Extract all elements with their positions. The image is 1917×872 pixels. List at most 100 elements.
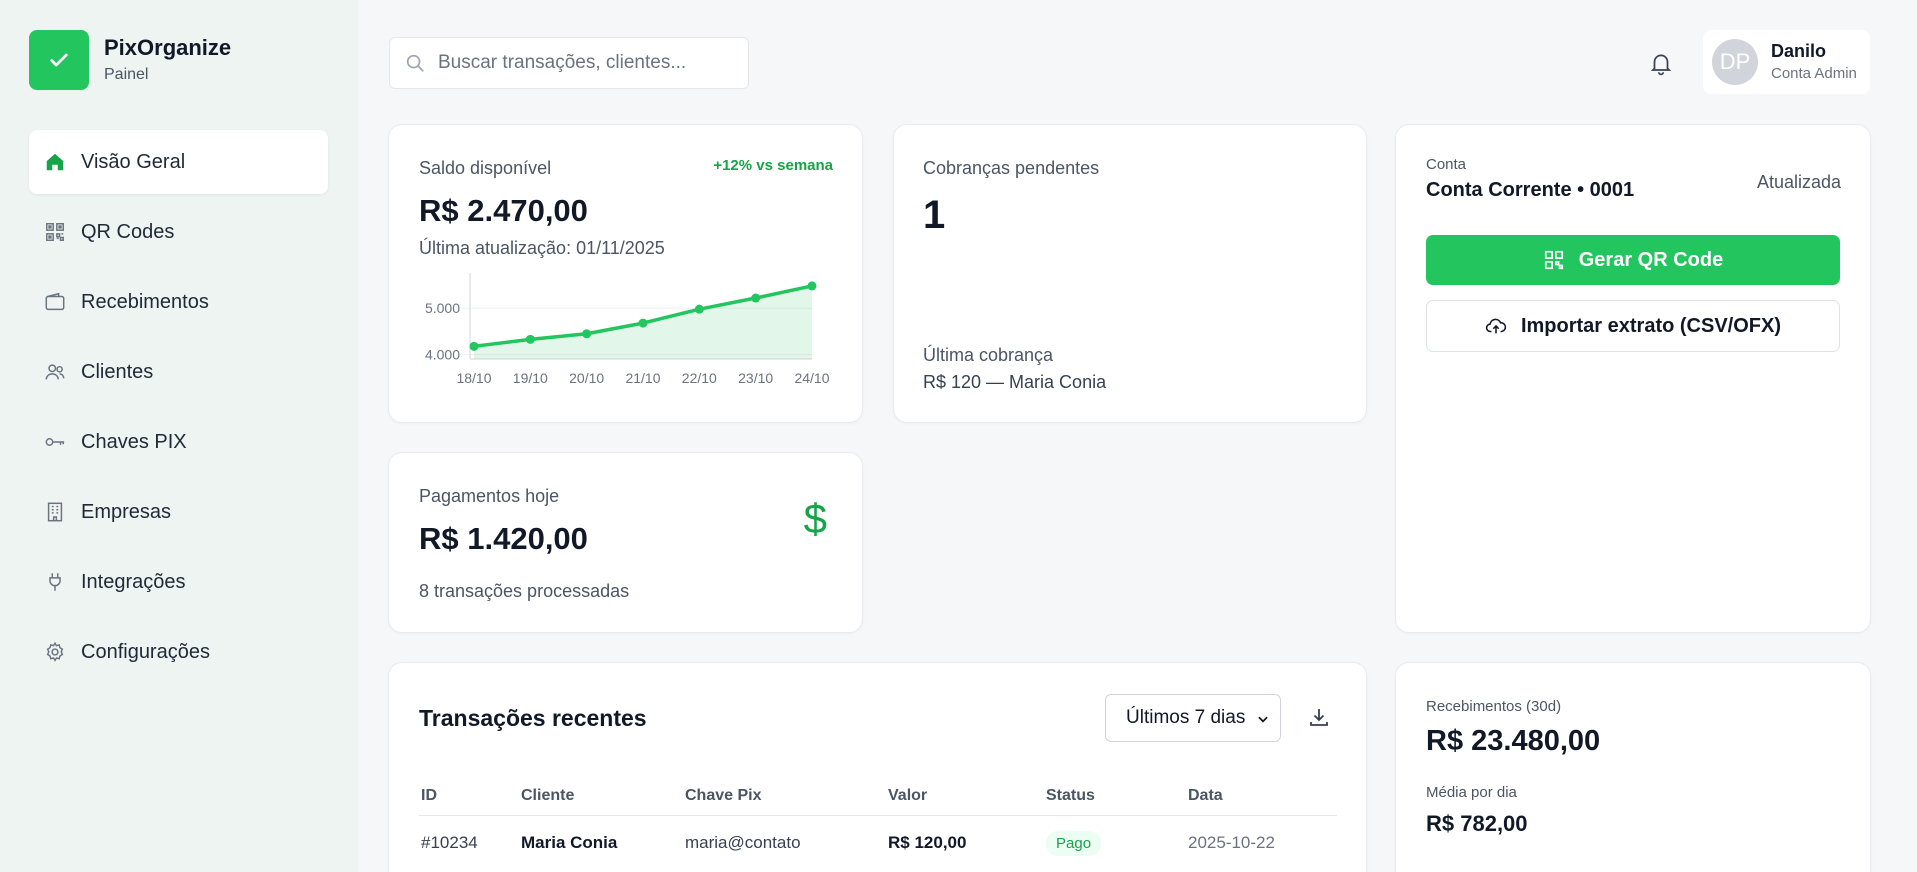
recent-transactions-card: Transações recentes Últimos 7 dias ID Cl… xyxy=(388,662,1367,872)
import-statement-button[interactable]: Importar extrato (CSV/OFX) xyxy=(1426,300,1840,352)
users-icon xyxy=(43,360,67,384)
column-header-valor: Valor xyxy=(886,777,1044,816)
search-icon xyxy=(404,52,426,74)
account-card: Conta Conta Corrente • 0001 Atualizada G… xyxy=(1395,124,1871,633)
dollar-icon: $ xyxy=(803,495,827,542)
sidebar-item-visao-geral[interactable]: Visão Geral xyxy=(29,130,328,194)
balance-card: Saldo disponível +12% vs semana R$ 2.470… xyxy=(388,124,863,423)
last-charge-label: Última cobrança xyxy=(923,345,1054,365)
qr-code-icon xyxy=(1543,249,1565,271)
chart-point xyxy=(469,341,479,351)
payments-today-card: Pagamentos hoje R$ 1.420,00 8 transações… xyxy=(388,452,863,633)
search-box[interactable] xyxy=(389,37,749,89)
building-icon xyxy=(43,500,67,524)
avatar: DP xyxy=(1712,39,1758,85)
search-input[interactable] xyxy=(438,52,728,74)
qr-code-icon xyxy=(43,220,67,244)
chart-point xyxy=(694,304,704,314)
sidebar-item-configuracoes[interactable]: Configurações xyxy=(29,620,328,684)
import-statement-label: Importar extrato (CSV/OFX) xyxy=(1520,314,1782,337)
chart-x-tick-label: 20/10 xyxy=(569,370,604,386)
sidebar-item-label: Chaves PIX xyxy=(81,430,187,453)
column-header-id: ID xyxy=(419,777,519,816)
notification-bell-icon[interactable] xyxy=(1648,50,1674,76)
column-header-cliente: Cliente xyxy=(519,777,683,816)
period-select[interactable]: Últimos 7 dias xyxy=(1105,694,1281,742)
balance-chart: 5.000 4.000 18/10 19/10 20/10 21/10 22/10 23/10… xyxy=(425,273,830,386)
table-header-row: ID Cliente Chave Pix Valor Status Data xyxy=(419,777,1337,816)
status-badge: Pago xyxy=(1046,830,1102,856)
pending-charges-card: Cobranças pendentes 1 Última cobrança R$… xyxy=(893,124,1367,423)
recent-transactions-title: Transações recentes xyxy=(419,705,647,731)
sidebar-nav: Visão Geral QR Codes Recebimentos Client… xyxy=(29,130,328,690)
account-name: Conta Corrente • 0001 xyxy=(1426,179,1635,201)
receipts-card: Recebimentos (30d) R$ 23.480,00 Média po… xyxy=(1395,662,1871,872)
payments-today-sub: 8 transações processadas xyxy=(419,581,630,601)
chart-point xyxy=(638,318,648,328)
sidebar-item-empresas[interactable]: Empresas xyxy=(29,480,328,544)
user-menu[interactable]: DP Danilo Conta Admin xyxy=(1703,30,1870,94)
chart-x-tick-label: 18/10 xyxy=(456,370,491,386)
chart-y-tick-label: 4.000 xyxy=(425,347,460,363)
chart-point xyxy=(525,334,535,344)
pending-charges-count: 1 xyxy=(923,193,946,237)
account-status: Atualizada xyxy=(1756,172,1841,192)
sidebar-item-label: Clientes xyxy=(81,360,154,383)
sidebar-item-qr-codes[interactable]: QR Codes xyxy=(29,200,328,264)
generate-qr-button[interactable]: Gerar QR Code xyxy=(1426,235,1840,285)
receipts-value: R$ 23.480,00 xyxy=(1426,725,1601,757)
column-header-status: Status xyxy=(1044,777,1186,816)
chart-x-tick-label: 21/10 xyxy=(625,370,660,386)
brand-subtitle: Painel xyxy=(104,66,149,83)
chart-point xyxy=(807,281,817,291)
column-header-data: Data xyxy=(1186,777,1337,816)
cell-id: #10234 xyxy=(421,833,478,853)
cell-data: 2025-10-22 xyxy=(1188,833,1275,853)
cell-valor: R$ 120,00 xyxy=(888,833,967,853)
chart-x-tick-label: 24/10 xyxy=(794,370,829,386)
sidebar-item-label: Integrações xyxy=(81,570,186,593)
wallet-icon xyxy=(43,290,67,314)
sidebar-item-label: Empresas xyxy=(81,500,172,523)
sidebar-item-recebimentos[interactable]: Recebimentos xyxy=(29,270,328,334)
daily-average-value: R$ 782,00 xyxy=(1426,811,1528,836)
gear-icon xyxy=(43,640,67,664)
cloud-upload-icon xyxy=(1485,315,1507,337)
brand[interactable]: PixOrganize Painel xyxy=(29,30,231,90)
chart-y-tick-label: 5.000 xyxy=(425,300,460,316)
last-charge-value: R$ 120 — Maria Conia xyxy=(923,372,1107,392)
sidebar-item-clientes[interactable]: Clientes xyxy=(29,340,328,404)
check-icon xyxy=(29,30,89,90)
chart-x-tick-label: 19/10 xyxy=(513,370,548,386)
period-select-value: Últimos 7 dias xyxy=(1126,707,1246,728)
user-role: Conta Admin xyxy=(1771,65,1857,82)
transactions-table: ID Cliente Chave Pix Valor Status Data #… xyxy=(419,777,1337,871)
table-row[interactable]: #10234 Maria Conia maria@contato R$ 120,… xyxy=(419,815,1337,871)
chart-point xyxy=(751,293,761,303)
sidebar-item-integracoes[interactable]: Integrações xyxy=(29,550,328,614)
cell-chave: maria@contato xyxy=(685,833,801,853)
download-icon[interactable] xyxy=(1307,705,1333,731)
chart-x-tick-label: 23/10 xyxy=(738,370,773,386)
chart-point xyxy=(582,329,592,339)
sidebar-item-chaves-pix[interactable]: Chaves PIX xyxy=(29,410,328,474)
sidebar-item-label: Configurações xyxy=(81,640,210,663)
sidebar: PixOrganize Painel Visão Geral QR Codes … xyxy=(0,0,358,872)
daily-average-label: Média por dia xyxy=(1426,784,1517,801)
pending-charges-label: Cobranças pendentes xyxy=(923,158,1100,178)
sidebar-item-label: Visão Geral xyxy=(81,150,186,173)
receipts-label: Recebimentos (30d) xyxy=(1426,698,1562,715)
cell-status: Pago xyxy=(1044,815,1186,871)
account-label: Conta xyxy=(1426,156,1467,173)
chevron-down-icon xyxy=(1256,710,1270,732)
sidebar-item-label: Recebimentos xyxy=(81,290,209,313)
chart-x-tick-label: 22/10 xyxy=(682,370,717,386)
column-header-chave-pix: Chave Pix xyxy=(683,777,886,816)
plug-icon xyxy=(43,570,67,594)
brand-name: PixOrganize xyxy=(104,35,232,60)
user-name: Danilo xyxy=(1771,41,1827,61)
payments-today-value: R$ 1.420,00 xyxy=(419,521,588,556)
key-icon xyxy=(43,430,67,454)
cell-cliente: Maria Conia xyxy=(521,833,618,853)
payments-today-label: Pagamentos hoje xyxy=(419,486,560,506)
